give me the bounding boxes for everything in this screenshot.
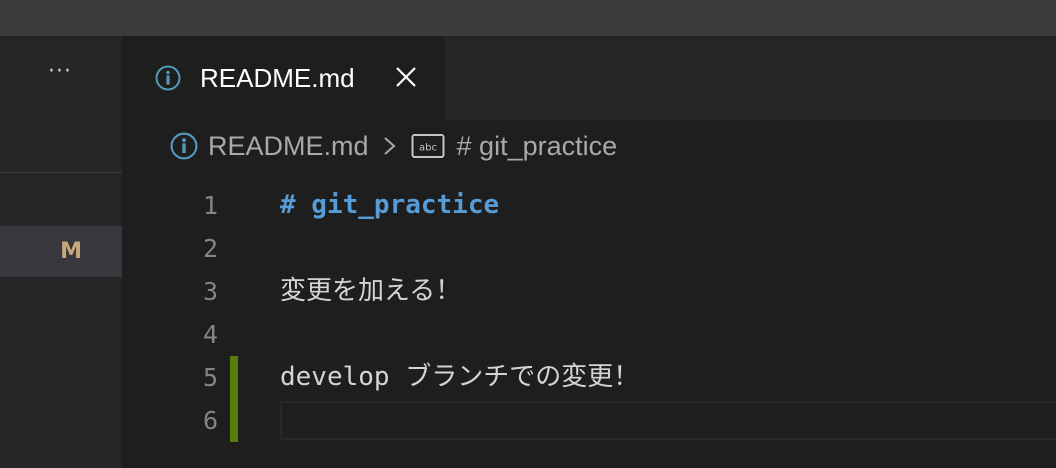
added-line-gutter-marker[interactable]: [230, 399, 238, 442]
info-icon: [170, 132, 198, 160]
svg-text:abc: abc: [419, 143, 437, 154]
close-icon[interactable]: [394, 65, 418, 89]
line-number: 4: [202, 320, 218, 349]
explorer-file-item-selected[interactable]: M: [0, 226, 122, 277]
line-text: # git_practice: [280, 190, 500, 220]
info-icon: [155, 65, 181, 91]
code-line: 3 変更を加える！: [122, 270, 1056, 313]
sidebar-divider: [0, 172, 122, 173]
code-line: 1 # git_practice: [122, 184, 1056, 227]
code-line: 2: [122, 227, 1056, 270]
tab-label: README.md: [200, 63, 355, 93]
editor-group: README.md README.md abc # git_practice 1…: [122, 36, 1056, 468]
chevron-right-icon: [383, 137, 396, 155]
modified-badge: M: [60, 239, 82, 264]
line-number: 1: [202, 191, 218, 220]
line-text: 変更を加える！: [280, 276, 462, 306]
breadcrumb-symbol[interactable]: # git_practice: [457, 131, 618, 162]
code-line-current: 6: [122, 399, 1056, 442]
code-editor[interactable]: 1 # git_practice 2 3 変更を加える！ 4 5 develop…: [122, 184, 1056, 468]
added-line-gutter-marker[interactable]: [230, 356, 238, 399]
line-text: develop ブランチでの変更！: [280, 362, 640, 392]
code-line: 4: [122, 313, 1056, 356]
tab-readme[interactable]: README.md: [122, 36, 445, 120]
line-number: 2: [202, 234, 218, 263]
more-actions-icon[interactable]: ···: [40, 61, 80, 92]
breadcrumb: README.md abc # git_practice: [170, 128, 617, 164]
explorer-sidebar: ··· M: [0, 36, 122, 468]
line-number: 5: [202, 363, 218, 392]
tab-bar: README.md: [122, 36, 1056, 120]
line-number: 3: [202, 277, 218, 306]
title-bar: [0, 0, 1056, 36]
symbol-string-icon: abc: [411, 134, 445, 158]
code-line: 5 develop ブランチでの変更！: [122, 356, 1056, 399]
current-line-highlight: [280, 401, 1056, 440]
line-number: 6: [202, 406, 218, 435]
breadcrumb-file[interactable]: README.md: [208, 131, 369, 162]
